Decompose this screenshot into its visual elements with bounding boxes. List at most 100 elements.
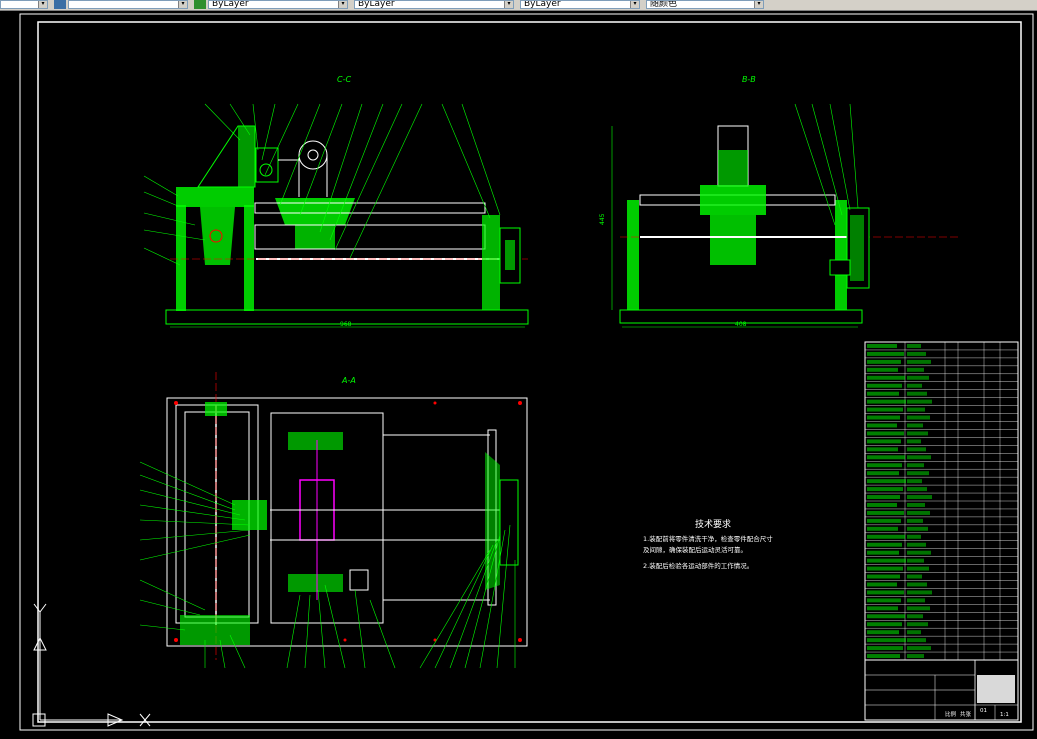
bom-cell	[867, 606, 898, 611]
chevron-down-icon: ▾	[38, 1, 47, 8]
layer-icon	[54, 0, 66, 9]
cc-dim-text: 968	[340, 321, 352, 328]
cc-top-beam	[176, 187, 254, 207]
bom-cell	[907, 574, 922, 579]
bom-cell	[867, 423, 897, 428]
layer-dropdown[interactable]: ▾	[68, 0, 188, 9]
view-label-aa: A-A	[341, 376, 356, 385]
bb-post-clamp	[718, 150, 748, 185]
bom-cell	[907, 630, 921, 635]
bom-cell	[907, 503, 925, 507]
bom-cell	[907, 399, 932, 404]
bom-cell	[867, 367, 898, 372]
bom-cell	[907, 383, 922, 388]
aa-top-bearing	[205, 402, 227, 416]
notes-title: 技术要求	[695, 518, 731, 530]
bom-cell	[867, 542, 902, 547]
bom-cell	[867, 479, 906, 484]
drawing-number: 01	[980, 708, 987, 714]
ucs-icon	[32, 603, 151, 727]
bom-cell	[867, 534, 905, 539]
bom-cell	[867, 415, 900, 420]
bom-cell	[907, 550, 931, 555]
bom-cell	[867, 638, 906, 643]
parts-list	[864, 341, 1019, 661]
bom-cell	[867, 614, 905, 619]
bom-cell	[867, 391, 899, 396]
bom-cell	[907, 479, 922, 484]
bom-cell	[867, 582, 897, 587]
bom-cell	[907, 606, 930, 611]
bom-cell	[867, 351, 904, 356]
bom-cell	[907, 614, 923, 619]
notes-line-1: 1.装配前将零件清洗干净，检查零件配合尺寸	[643, 534, 773, 543]
bom-cell	[867, 590, 904, 595]
drawing-canvas[interactable]: C-C 968 B-B 445 408 A-A 技术要求 1.装配前将零件清洗干…	[0, 11, 1037, 735]
bom-cell	[907, 431, 928, 436]
bom-cell	[907, 590, 932, 595]
chevron-down-icon: ▾	[754, 1, 763, 8]
bb-slider-top	[700, 185, 766, 215]
bom-cell	[867, 383, 902, 388]
bom-cell	[867, 646, 903, 651]
bom-cell	[907, 510, 930, 515]
bb-handwheel-hub	[850, 215, 864, 281]
bom-cell	[867, 526, 898, 531]
bom-cell	[867, 399, 906, 404]
bom-cell	[867, 550, 899, 555]
view-label-bb: B-B	[742, 75, 756, 84]
lineweight-dropdown[interactable]: ByLayer ▾	[520, 0, 640, 9]
title-name-cell	[977, 675, 1015, 703]
aa-bottom-bearing	[180, 615, 250, 645]
bom-cell	[867, 439, 901, 444]
bom-cell	[867, 510, 904, 515]
linetype-dropdown[interactable]: ByLayer ▾	[354, 0, 514, 9]
cc-slider-body	[295, 225, 335, 249]
color-dropdown-left[interactable]: ▾	[0, 0, 48, 9]
bom-cell	[907, 391, 927, 396]
bom-cell	[867, 471, 899, 476]
cc-slider	[275, 198, 355, 225]
bom-cell	[867, 487, 903, 492]
color-value: ByLayer	[212, 0, 249, 9]
cc-handwheel-hub	[505, 240, 515, 270]
view-aa: A-A	[139, 372, 528, 669]
plotstyle-dropdown[interactable]: 随颜色 ▾	[646, 0, 764, 9]
bom-cell	[907, 646, 931, 651]
bom-cell	[907, 423, 923, 428]
aa-bottom-block	[288, 574, 343, 592]
aa-handwheel-rim	[499, 479, 519, 566]
bom-cell	[907, 526, 928, 531]
bom-cell	[907, 542, 926, 547]
bom-grid	[865, 342, 1018, 660]
cc-gusset-plate	[238, 126, 255, 187]
notes-line-2: 及间隙，确保装配后运动灵活可靠。	[643, 545, 747, 554]
bom-cell	[867, 447, 898, 452]
cc-right-column	[482, 215, 500, 310]
color-swatch-icon	[194, 0, 206, 9]
bom-cell	[907, 463, 924, 468]
aa-motor-mount	[232, 500, 267, 530]
bom-cell	[907, 654, 924, 658]
sheet-label: 共张	[960, 710, 972, 718]
tech-notes: 技术要求 1.装配前将零件清洗干净，检查零件配合尺寸 及间隙，确保装配后运动灵活…	[643, 518, 773, 570]
bom-cell	[867, 495, 900, 499]
bom-cell	[907, 622, 928, 627]
linetype-value: ByLayer	[358, 0, 395, 9]
bom-cell	[907, 558, 924, 563]
cc-mid-column	[244, 205, 254, 311]
bb-nut	[829, 259, 851, 276]
bom-cell	[907, 375, 929, 380]
bom-cell	[867, 622, 902, 627]
bom-cell	[907, 351, 926, 356]
chevron-down-icon: ▾	[178, 1, 187, 8]
color-dropdown[interactable]: ByLayer ▾	[208, 0, 348, 9]
scale-label: 比例	[945, 710, 957, 718]
bom-cell	[907, 359, 931, 364]
notes-line-3: 2.装配后检验各运动部件的工作情况。	[643, 561, 753, 570]
aa-small-block	[349, 569, 369, 591]
bom-cell	[907, 455, 931, 460]
view-label-cc: C-C	[337, 75, 351, 84]
aa-top-block	[288, 432, 343, 450]
cc-lower-rail	[254, 224, 486, 250]
